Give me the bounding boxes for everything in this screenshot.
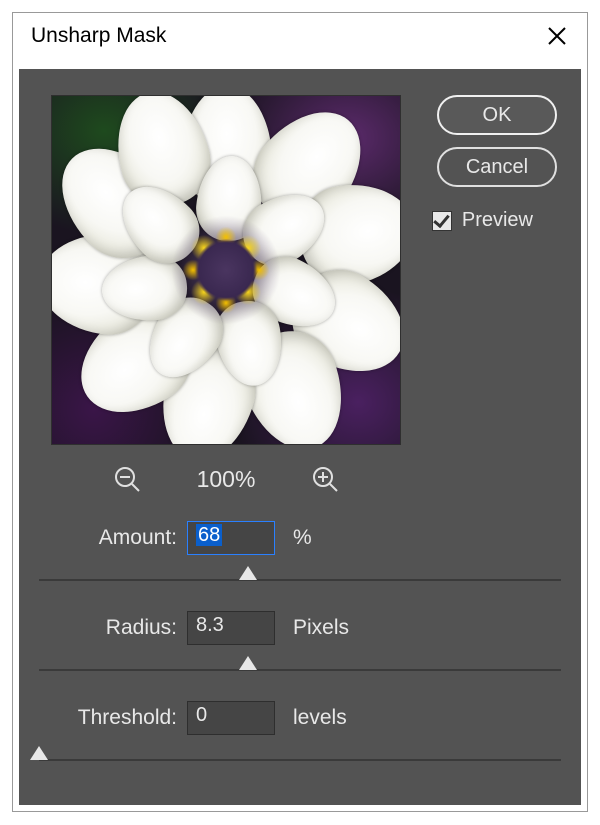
threshold-input[interactable]: 0 bbox=[187, 701, 275, 735]
titlebar[interactable]: Unsharp Mask bbox=[13, 13, 587, 59]
ok-button-label: OK bbox=[483, 104, 512, 127]
threshold-unit: levels bbox=[275, 706, 347, 730]
cancel-button[interactable]: Cancel bbox=[437, 147, 557, 187]
radius-input[interactable]: 8.3 bbox=[187, 611, 275, 645]
radius-row: Radius: 8.3 Pixels bbox=[19, 611, 581, 645]
amount-slider[interactable] bbox=[39, 579, 561, 581]
amount-label: Amount: bbox=[19, 526, 187, 550]
amount-slider-thumb[interactable] bbox=[239, 566, 257, 580]
dialog-body: 100% OK Cancel Preview Amount: 68 % bbox=[19, 69, 581, 805]
threshold-row: Threshold: 0 levels bbox=[19, 701, 581, 735]
dialog-title: Unsharp Mask bbox=[31, 24, 166, 48]
zoom-out-icon[interactable] bbox=[113, 465, 141, 493]
zoom-in-icon[interactable] bbox=[311, 465, 339, 493]
preview-checkbox-row: Preview bbox=[432, 209, 533, 232]
close-icon[interactable] bbox=[545, 24, 569, 48]
zoom-controls: 100% bbox=[51, 459, 401, 499]
ok-button[interactable]: OK bbox=[437, 95, 557, 135]
cancel-button-label: Cancel bbox=[466, 156, 528, 179]
threshold-label: Threshold: bbox=[19, 706, 187, 730]
radius-unit: Pixels bbox=[275, 616, 349, 640]
radius-slider-thumb[interactable] bbox=[239, 656, 257, 670]
preview-image[interactable] bbox=[51, 95, 401, 445]
preview-checkbox-label: Preview bbox=[462, 209, 533, 232]
preview-content bbox=[52, 96, 400, 444]
zoom-level: 100% bbox=[197, 466, 256, 493]
dialog-window: Unsharp Mask bbox=[12, 12, 588, 812]
preview-checkbox[interactable] bbox=[432, 211, 452, 231]
threshold-slider-thumb[interactable] bbox=[30, 746, 48, 760]
threshold-slider[interactable] bbox=[39, 759, 561, 761]
radius-slider[interactable] bbox=[39, 669, 561, 671]
amount-row: Amount: 68 % bbox=[19, 521, 581, 555]
amount-input[interactable]: 68 bbox=[187, 521, 275, 555]
radius-label: Radius: bbox=[19, 616, 187, 640]
amount-unit: % bbox=[275, 526, 312, 550]
